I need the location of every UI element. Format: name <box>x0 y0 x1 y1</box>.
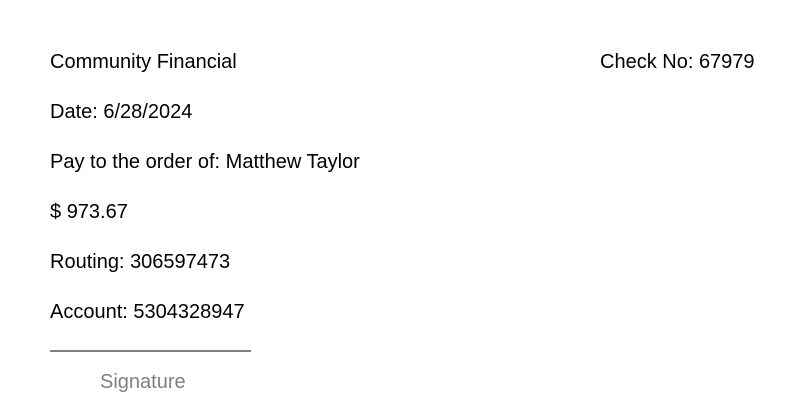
account-line: Account: 5304328947 <box>50 300 245 324</box>
signature-line <box>50 350 251 352</box>
check-number-line: Check No: 67979 <box>600 50 755 74</box>
check-number-label: Check No: <box>600 51 694 73</box>
account-label: Account: <box>50 301 128 323</box>
currency-symbol: $ <box>50 201 62 223</box>
routing-label: Routing: <box>50 251 125 273</box>
signature-label: Signature <box>100 371 186 393</box>
payee-label: Pay to the order of: <box>50 151 221 173</box>
bank-name: Community Financial <box>50 51 237 73</box>
check-number-value: 67979 <box>698 51 755 73</box>
routing-number: 306597473 <box>130 251 231 273</box>
date-value: 6/28/2024 <box>103 101 193 123</box>
payee-name: Matthew Taylor <box>225 151 360 173</box>
check-document: Community Financial Check No: 67979 Date… <box>0 0 800 400</box>
amount-value: 973.67 <box>66 201 128 223</box>
date-line: Date: 6/28/2024 <box>50 100 192 124</box>
amount-line: $ 973.67 <box>50 200 128 224</box>
payee-line: Pay to the order of: Matthew Taylor <box>50 150 360 174</box>
routing-line: Routing: 306597473 <box>50 250 230 274</box>
account-number: 5304328947 <box>133 301 245 323</box>
date-label: Date: <box>50 101 98 123</box>
